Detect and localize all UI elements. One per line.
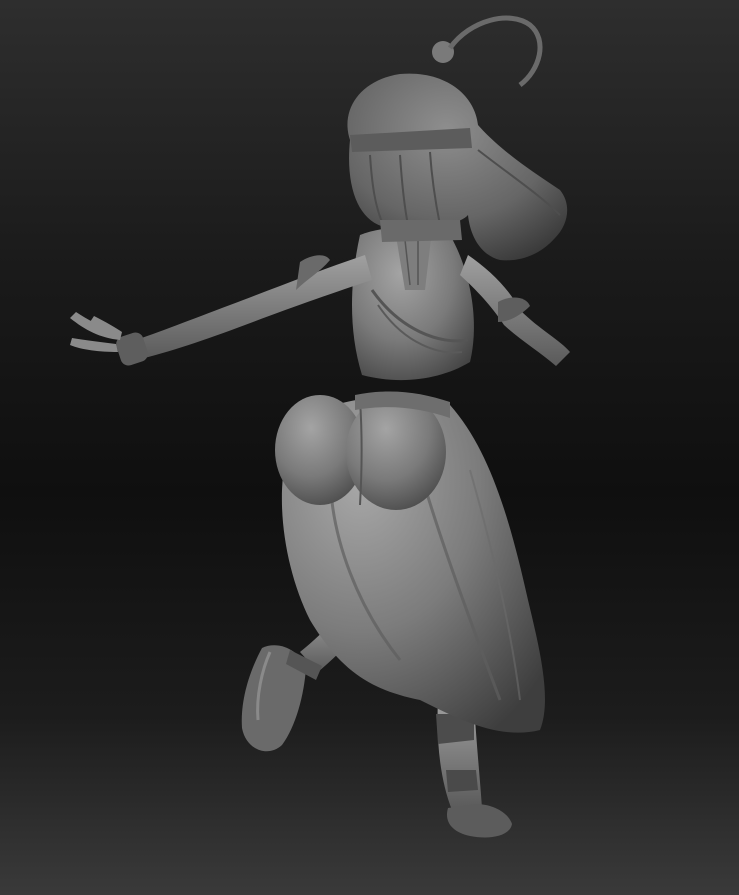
render-viewport	[0, 0, 739, 895]
extended-arm	[70, 255, 372, 366]
bent-arm	[460, 255, 570, 366]
hips	[275, 391, 450, 510]
sculpt-figure	[70, 15, 570, 838]
torso	[352, 227, 474, 381]
hair	[347, 15, 568, 261]
